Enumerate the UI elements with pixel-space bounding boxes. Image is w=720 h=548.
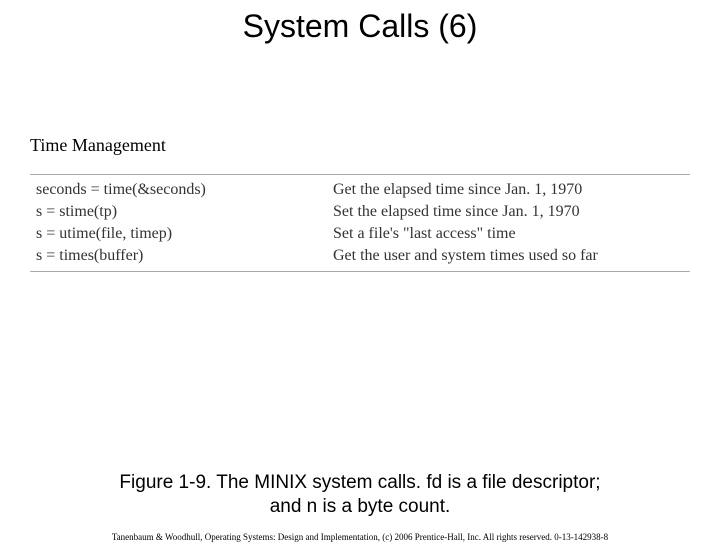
syscall-desc: Set the elapsed time since Jan. 1, 1970 — [327, 201, 690, 223]
table-row: s = utime(file, timep) Set a file's "las… — [30, 223, 690, 245]
table-rule-bottom — [30, 271, 690, 272]
syscall-cell: s = times(buffer) — [30, 245, 327, 267]
section-heading: Time Management — [30, 135, 720, 156]
syscall-cell: seconds = time(&seconds) — [30, 179, 327, 201]
caption-line: and n is a byte count. — [270, 496, 451, 517]
syscall-table: seconds = time(&seconds) Get the elapsed… — [30, 174, 690, 272]
table-row: s = times(buffer) Get the user and syste… — [30, 245, 690, 267]
copyright-footer: Tanenbaum & Woodhull, Operating Systems:… — [0, 532, 720, 542]
table-rule-top — [30, 174, 690, 175]
table-row: seconds = time(&seconds) Get the elapsed… — [30, 179, 690, 201]
table-row: s = stime(tp) Set the elapsed time since… — [30, 201, 690, 223]
syscall-desc: Get the elapsed time since Jan. 1, 1970 — [327, 179, 690, 201]
page-title: System Calls (6) — [0, 8, 720, 45]
caption-line: Figure 1-9. The MINIX system calls. fd i… — [119, 472, 600, 493]
syscall-cell: s = stime(tp) — [30, 201, 327, 223]
syscall-desc: Set a file's "last access" time — [327, 223, 690, 245]
figure-caption: Figure 1-9. The MINIX system calls. fd i… — [0, 471, 720, 520]
syscall-desc: Get the user and system times used so fa… — [327, 245, 690, 267]
syscall-cell: s = utime(file, timep) — [30, 223, 327, 245]
